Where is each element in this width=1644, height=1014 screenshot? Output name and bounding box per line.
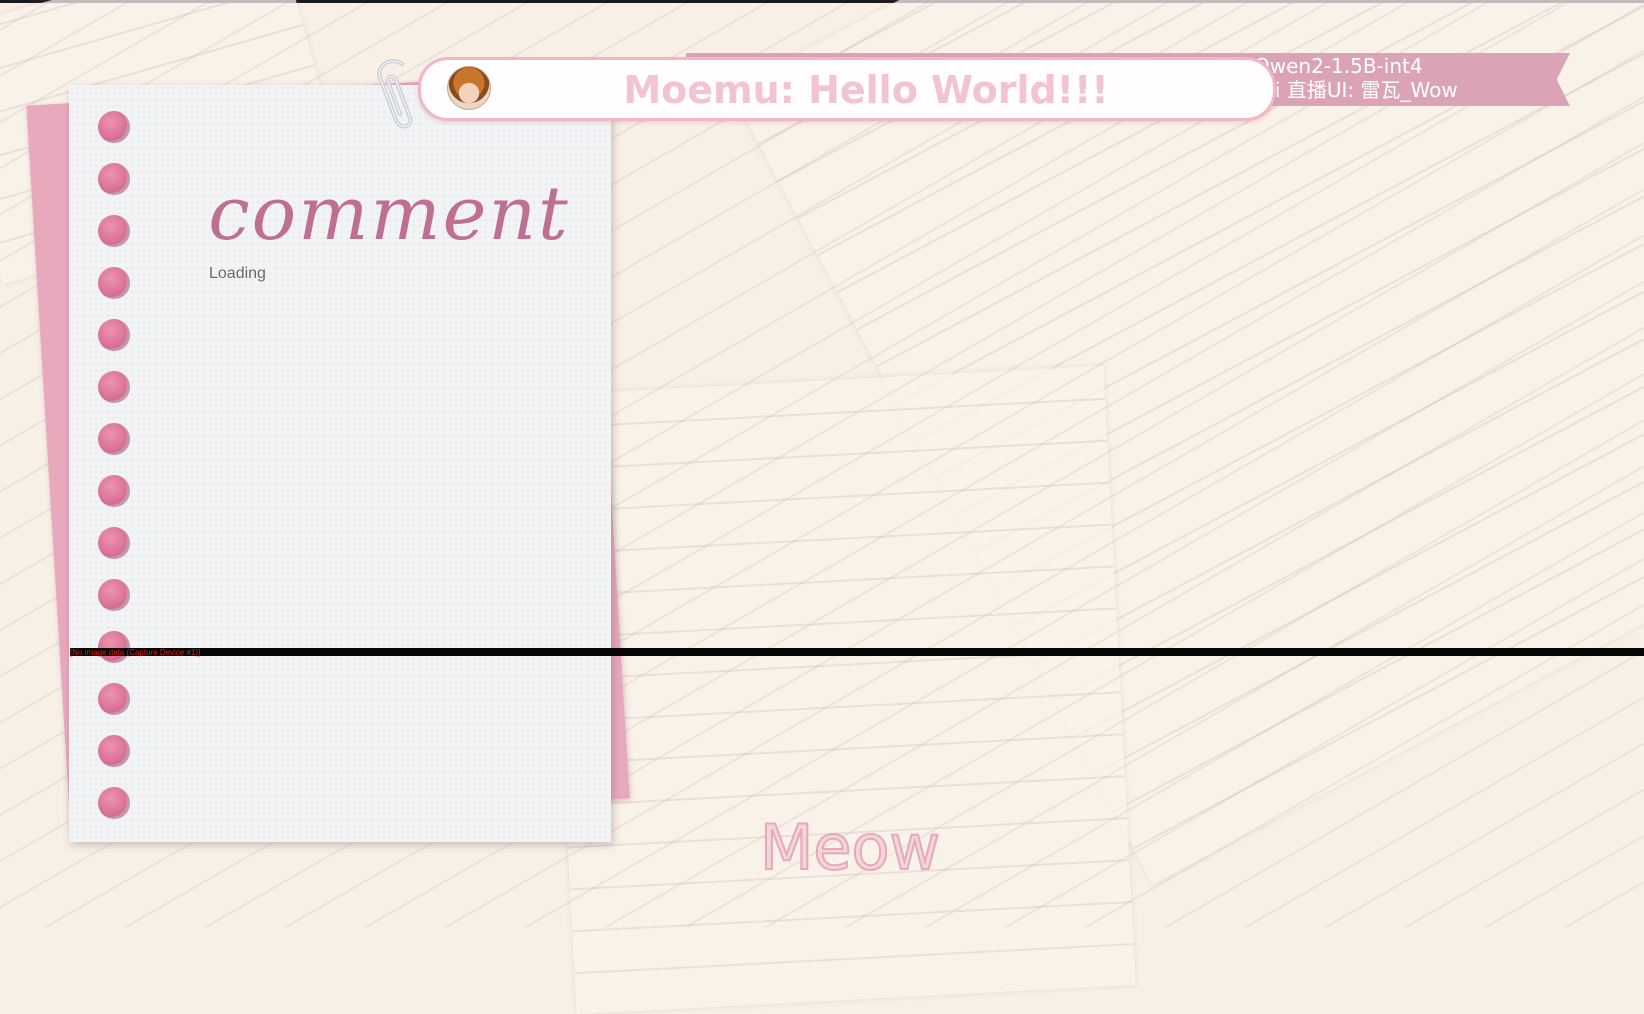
binding-hole [98, 163, 130, 195]
binding-hole [98, 735, 130, 767]
capture-device-status: [No image data (Capture Device #1)] [70, 648, 201, 657]
comment-loading-status: Loading [209, 265, 266, 282]
binding-hole [98, 787, 130, 819]
binding-hole [98, 475, 130, 507]
binding-hole [98, 371, 130, 403]
binding-hole [98, 423, 130, 455]
avatar-icon [447, 66, 491, 110]
binding-hole [98, 527, 130, 559]
capture-device-preview [70, 648, 1644, 656]
stream-title-bar: Moemu: Hello World!!! [418, 57, 1276, 121]
binding-hole [98, 631, 130, 663]
model-name-label: Qwen2-1.5B-int4 [1254, 54, 1423, 78]
binding-hole [98, 579, 130, 611]
comment-heading: comment [208, 171, 570, 257]
binding-hole [98, 111, 130, 143]
stream-title: Moemu: Hello World!!! [623, 68, 1109, 112]
binding-hole [98, 267, 130, 299]
comment-list[interactable]: Loading [209, 265, 649, 283]
binding-hole [98, 683, 130, 715]
comment-notebook: comment Loading [69, 85, 611, 842]
paper-clip-icon [377, 59, 413, 129]
notebook-binding-holes [98, 111, 132, 831]
model-info-text: Qwen2-1.5B-int4 nai 直播UI: 雷瓦_Wow [1254, 54, 1564, 106]
binding-hole [98, 215, 130, 247]
stream-ui-credit-label: nai 直播UI: 雷瓦_Wow [1254, 78, 1458, 102]
binding-hole [98, 319, 130, 351]
meow-caption: Meow [759, 810, 941, 885]
